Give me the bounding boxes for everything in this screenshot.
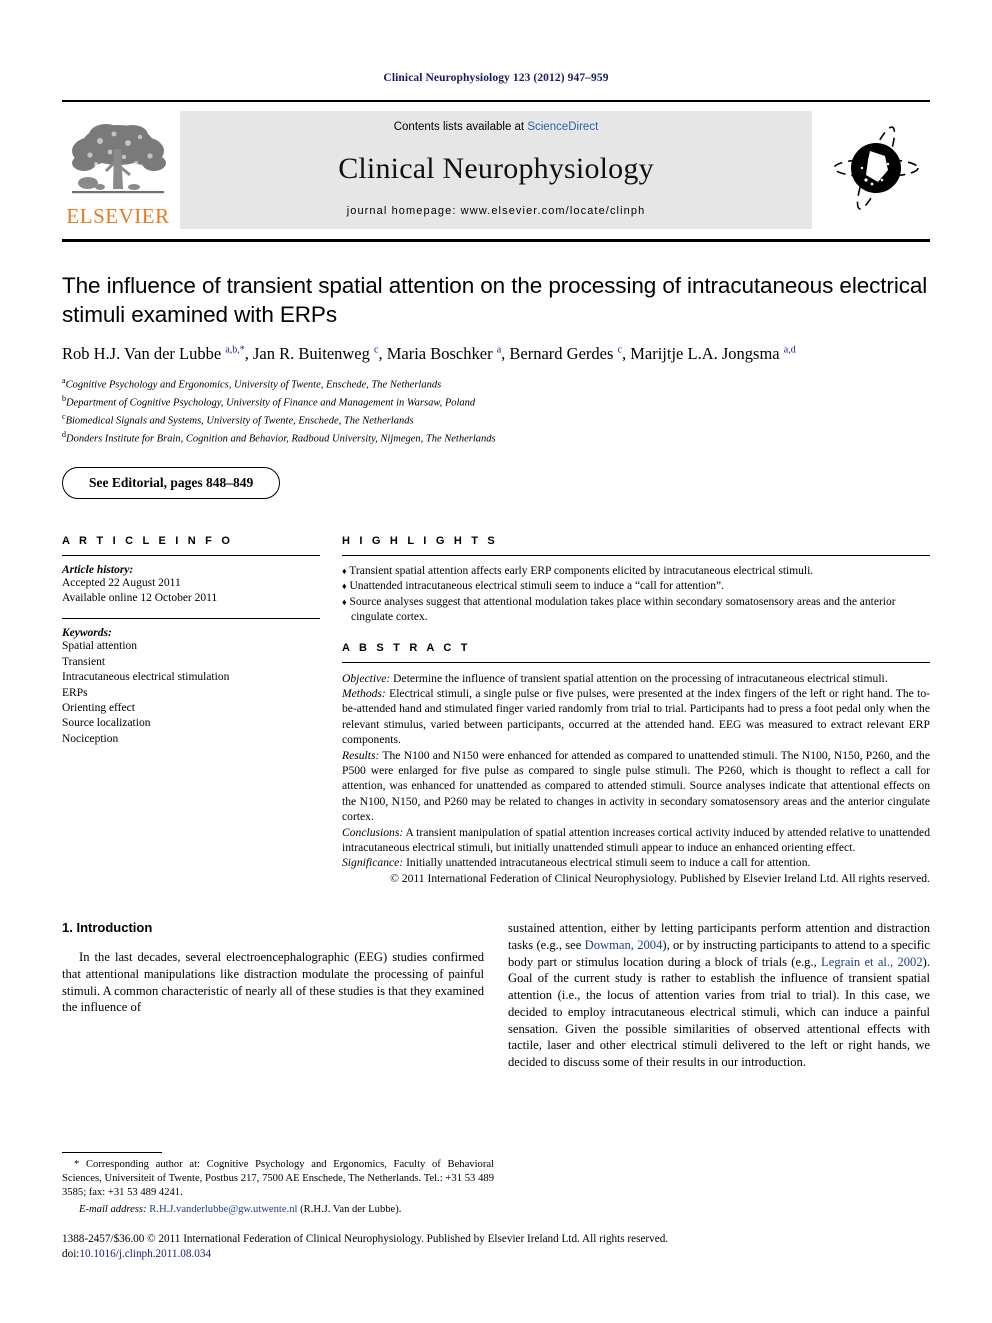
- sciencedirect-link[interactable]: ScienceDirect: [527, 121, 598, 133]
- abstract-section: Significance: Initially unattended intra…: [342, 855, 930, 870]
- keywords-rule: [62, 618, 320, 620]
- article-body: 1. Introduction In the last decades, sev…: [62, 920, 930, 1071]
- diamond-bullet-icon: ♦: [342, 565, 347, 576]
- elsevier-wordmark: ELSEVIER: [66, 204, 170, 228]
- keyword-item: Orienting effect: [62, 701, 135, 714]
- footnote-divider: [62, 1152, 162, 1153]
- affiliation-item: dDonders Institute for Brain, Cognition …: [62, 429, 930, 447]
- affiliation-text: Cognitive Psychology and Ergonomics, Uni…: [65, 379, 442, 391]
- article-history-online: Available online 12 October 2011: [62, 591, 218, 604]
- running-head: Clinical Neurophysiology 123 (2012) 947–…: [383, 72, 609, 84]
- article-info-heading: A R T I C L E I N F O: [62, 534, 234, 547]
- page-footer: 1388-2457/$36.00 © 2011 International Fe…: [62, 1232, 930, 1261]
- affiliation-item: cBiomedical Signals and Systems, Univers…: [62, 411, 930, 429]
- abstract-section-label: Significance:: [342, 856, 404, 870]
- abstract-section-label: Objective:: [342, 671, 391, 685]
- email-label: E-mail address:: [79, 1204, 147, 1216]
- corresponding-author-note: * Corresponding author at: Cognitive Psy…: [62, 1158, 494, 1200]
- abstract-section: Methods: Electrical stimuli, a single pu…: [342, 686, 930, 748]
- abstract-section-text: Determine the influence of transient spa…: [390, 671, 888, 685]
- keywords-label: Keywords:: [62, 627, 112, 640]
- article-info-column: A R T I C L E I N F O Article history: A…: [62, 535, 320, 887]
- elsevier-tree-icon: [66, 119, 170, 205]
- affiliation-text: Biomedical Signals and Systems, Universi…: [65, 415, 414, 427]
- abstract-section-label: Methods:: [342, 686, 386, 700]
- keyword-item: Source localization: [62, 717, 151, 730]
- keyword-item: Transient: [62, 655, 106, 668]
- journal-homepage[interactable]: journal homepage: www.elsevier.com/locat…: [347, 205, 646, 217]
- highlights-and-abstract-column: H I G H L I G H T S ♦ Transient spatial …: [342, 535, 930, 887]
- doi-value[interactable]: 10.1016/j.clinph.2011.08.034: [79, 1248, 211, 1260]
- abstract-copyright: © 2011 International Federation of Clini…: [390, 871, 930, 885]
- highlight-item: ♦ Source analyses suggest that attention…: [342, 595, 930, 626]
- journal-emblem: [822, 111, 930, 229]
- journal-title: Clinical Neurophysiology: [338, 152, 654, 185]
- affiliation-text: Department of Cognitive Psychology, Univ…: [66, 397, 476, 409]
- article-info-rule: [62, 554, 320, 556]
- page-title: The influence of transient spatial atten…: [62, 273, 928, 327]
- corresponding-text: Corresponding author at: Cognitive Psych…: [62, 1159, 494, 1199]
- abstract-section-text: Electrical stimuli, a single pulse or fi…: [342, 686, 930, 747]
- highlight-text: Source analyses suggest that attentional…: [349, 595, 896, 624]
- abstract-section: Results: The N100 and N150 were enhanced…: [342, 748, 930, 825]
- doi-line: doi:10.1016/j.clinph.2011.08.034: [62, 1247, 930, 1262]
- intro-paragraph-right: sustained attention, either by letting p…: [508, 920, 930, 1071]
- footnote-area: * Corresponding author at: Cognitive Psy…: [62, 1152, 494, 1217]
- keywords-list: Spatial attention Transient Intracutaneo…: [62, 639, 320, 747]
- intro-text-part: ). Goal of the current study is rather t…: [508, 954, 930, 1070]
- affiliation-text: Donders Institute for Brain, Cognition a…: [66, 433, 496, 445]
- masthead-divider: [62, 239, 930, 242]
- abstract-section-label: Results:: [342, 748, 380, 762]
- title-block: The influence of transient spatial atten…: [62, 272, 930, 499]
- abstract-heading: A B S T R A C T: [342, 641, 471, 654]
- journal-article-page: Clinical Neurophysiology 123 (2012) 947–…: [0, 0, 992, 1323]
- citation-link[interactable]: Dowman, 2004: [585, 938, 663, 952]
- abstract-section: Conclusions: A transient manipulation of…: [342, 825, 930, 856]
- abstract-section-text: A transient manipulation of spatial atte…: [342, 825, 930, 855]
- diamond-bullet-icon: ♦: [342, 596, 347, 607]
- author-list: Rob H.J. Van der Lubbe a,b,*, Jan R. Bui…: [62, 344, 796, 364]
- article-history-accepted: Accepted 22 August 2011: [62, 576, 181, 589]
- email-link[interactable]: R.H.J.vanderlubbe@gw.utwente.nl: [149, 1204, 297, 1215]
- intro-paragraph-left: In the last decades, several electroence…: [62, 950, 484, 1015]
- citation-link[interactable]: Legrain et al., 2002: [821, 955, 923, 969]
- masthead-center-panel: Contents lists available at ScienceDirec…: [180, 111, 812, 229]
- abstract-section-text: The N100 and N150 were enhanced for atte…: [342, 748, 930, 824]
- email-suffix: (R.H.J. Van der Lubbe).: [297, 1204, 402, 1216]
- affiliation-list: aCognitive Psychology and Ergonomics, Un…: [62, 375, 930, 447]
- section-heading-introduction: 1. Introduction: [62, 920, 153, 936]
- doi-label: doi:: [62, 1247, 80, 1260]
- abstract-section-text: Initially unattended intracutaneous elec…: [403, 856, 811, 870]
- highlights-list: ♦ Transient spatial attention affects ea…: [342, 564, 930, 626]
- info-and-abstract: A R T I C L E I N F O Article history: A…: [62, 535, 930, 887]
- see-editorial-badge[interactable]: See Editorial, pages 848–849: [62, 466, 281, 499]
- abstract-section-label: Conclusions:: [342, 825, 404, 839]
- body-column-right: sustained attention, either by letting p…: [508, 920, 930, 1071]
- highlight-item: ♦ Unattended intracutaneous electrical s…: [342, 579, 930, 595]
- abstract-body: Objective: Determine the influence of tr…: [342, 671, 930, 887]
- highlight-item: ♦ Transient spatial attention affects ea…: [342, 564, 930, 580]
- email-note: E-mail address: R.H.J.vanderlubbe@gw.utw…: [62, 1203, 494, 1217]
- highlight-text: Transient spatial attention affects earl…: [349, 564, 814, 577]
- contents-available-line: Contents lists available at ScienceDirec…: [394, 121, 599, 133]
- highlight-text: Unattended intracutaneous electrical sti…: [349, 580, 725, 593]
- journal-masthead: ELSEVIER Contents lists available at Sci…: [62, 100, 930, 229]
- diamond-bullet-icon: ♦: [342, 581, 347, 592]
- keyword-item: Intracutaneous electrical stimulation: [62, 671, 230, 684]
- body-column-left: 1. Introduction In the last decades, sev…: [62, 920, 484, 1071]
- contents-prefix: Contents lists available at: [393, 121, 528, 133]
- issn-copyright-line: 1388-2457/$36.00 © 2011 International Fe…: [62, 1233, 669, 1245]
- article-history-label: Article history:: [62, 563, 134, 576]
- keyword-item: ERPs: [62, 686, 88, 699]
- elsevier-logo: ELSEVIER: [62, 111, 174, 229]
- keyword-item: Spatial attention: [62, 640, 138, 653]
- highlights-rule: [342, 554, 930, 556]
- affiliation-item: aCognitive Psychology and Ergonomics, Un…: [62, 375, 930, 393]
- keyword-item: Nociception: [62, 732, 119, 745]
- affiliation-item: bDepartment of Cognitive Psychology, Uni…: [62, 393, 930, 411]
- abstract-rule: [342, 661, 930, 663]
- highlights-heading: H I G H L I G H T S: [342, 534, 498, 547]
- globe-orbit-icon: [830, 120, 922, 221]
- abstract-section: Objective: Determine the influence of tr…: [342, 671, 930, 686]
